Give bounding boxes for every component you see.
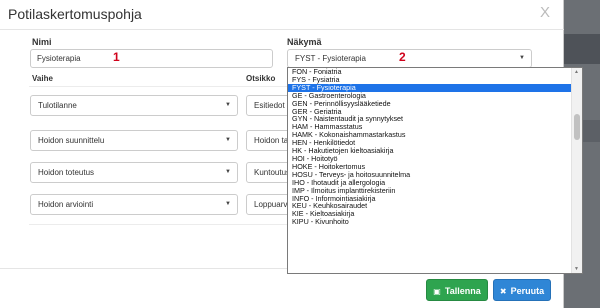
chevron-down-icon: ▼	[225, 137, 231, 143]
scrollbar-thumb[interactable]	[574, 114, 580, 140]
otsikko-select-value: Hoidon ta	[254, 136, 289, 145]
vaihe-select-value: Hoidon toteutus	[38, 168, 95, 177]
nakyma-select-value: FYST - Fysioterapia	[295, 54, 366, 63]
otsikko-header: Otsikko	[246, 74, 276, 83]
otsikko-select-1[interactable]: Esitiedot	[246, 95, 292, 116]
save-button[interactable]: ▣ Tallenna	[426, 279, 488, 301]
vaihe-select-2[interactable]: Hoidon suunnittelu ▼	[30, 130, 238, 151]
cancel-button[interactable]: ✖ Peruuta	[493, 279, 551, 301]
dropdown-scrollbar[interactable]: ▲ ▼	[571, 68, 582, 273]
dropdown-options: FON - Foniatria FYS - Fysiatria FYST - Fys…	[288, 68, 572, 226]
table-header-divider	[29, 86, 287, 87]
annotation-1: 1	[113, 50, 120, 64]
vaihe-select-4[interactable]: Hoidon arviointi ▼	[30, 194, 238, 215]
annotation-2: 2	[399, 50, 406, 64]
vaihe-header: Vaihe	[32, 74, 53, 83]
chevron-down-icon: ▼	[519, 55, 525, 61]
otsikko-select-value: Kuntoutus	[254, 168, 291, 177]
close-button[interactable]: X	[540, 4, 550, 21]
vaihe-select-value: Hoidon suunnittelu	[38, 136, 105, 145]
nimi-input[interactable]: Fysioterapia	[30, 49, 273, 68]
close-icon: ✖	[499, 287, 507, 296]
vaihe-select-value: Hoidon arviointi	[38, 200, 94, 209]
chevron-down-icon: ▼	[225, 102, 231, 108]
nakyma-dropdown-list[interactable]: FON - Foniatria FYS - Fysiatria FYST - Fys…	[287, 67, 583, 274]
backdrop-header-bar	[563, 34, 600, 64]
table-bottom-divider	[29, 224, 287, 225]
modal-header: Potilaskertomuspohja X	[0, 0, 564, 30]
nimi-label: Nimi	[32, 37, 52, 47]
cancel-button-label: Peruuta	[510, 286, 545, 296]
otsikko-select-value: Esitiedot	[254, 101, 285, 110]
chevron-down-icon: ▼	[225, 201, 231, 207]
vaihe-select-3[interactable]: Hoidon toteutus ▼	[30, 162, 238, 183]
otsikko-select-value: Loppuarv	[254, 200, 288, 209]
floppy-disk-icon: ▣	[433, 287, 441, 296]
nakyma-label: Näkymä	[287, 37, 322, 47]
vaihe-select-1[interactable]: Tulotilanne ▼	[30, 95, 238, 116]
chevron-down-icon: ▼	[225, 169, 231, 175]
modal-title: Potilaskertomuspohja	[8, 6, 142, 22]
scroll-down-icon[interactable]: ▼	[574, 266, 579, 272]
modal-footer: ▣ Tallenna ✖ Peruuta	[0, 268, 564, 308]
dropdown-option[interactable]: KIPU - Kivunhoito	[288, 218, 572, 226]
otsikko-select-4[interactable]: Loppuarv	[246, 194, 292, 215]
save-button-label: Tallenna	[444, 286, 481, 296]
nakyma-select[interactable]: FYST - Fysioterapia ▼	[287, 49, 532, 68]
otsikko-select-3[interactable]: Kuntoutus	[246, 162, 292, 183]
scroll-up-icon[interactable]: ▲	[574, 69, 579, 75]
otsikko-select-2[interactable]: Hoidon ta	[246, 130, 292, 151]
vaihe-select-value: Tulotilanne	[38, 101, 77, 110]
